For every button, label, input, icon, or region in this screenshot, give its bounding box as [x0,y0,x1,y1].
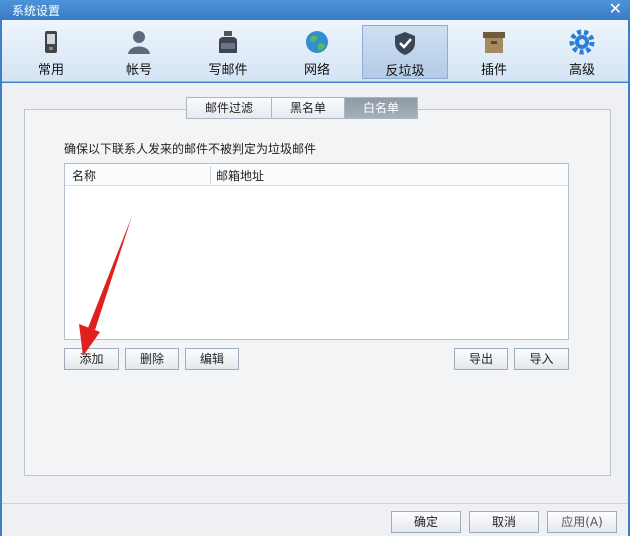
phone-icon [45,31,57,53]
settings-content: 邮件过滤 黑名单 白名单 确保以下联系人发来的邮件不被判定为垃圾邮件 名称 邮箱… [2,83,628,503]
gear-icon [569,29,595,55]
toolbar-item-account[interactable]: 帐号 [96,25,182,79]
ok-button[interactable]: 确定 [391,511,461,533]
shield-icon [395,32,415,55]
import-button[interactable]: 导入 [514,348,569,370]
column-divider[interactable] [210,166,211,184]
cancel-button[interactable]: 取消 [469,511,539,533]
delete-button[interactable]: 删除 [125,348,179,370]
dialog-footer: 确定 取消 应用(A) [2,503,628,536]
toolbar-item-label: 高级 [568,63,595,78]
close-button[interactable]: ✕ [609,0,622,18]
toolbar-item-general[interactable]: 常用 [8,25,94,79]
toolbar-item-advanced[interactable]: 高级 [539,25,625,79]
table-header: 名称 邮箱地址 [65,164,568,186]
toolbar-item-label: 帐号 [125,63,152,78]
column-header-name[interactable]: 名称 [72,167,96,184]
box-icon [483,32,505,53]
toolbar-item-label: 常用 [37,63,64,78]
toolbar-item-label: 网络 [303,63,330,78]
settings-toolbar: 常用 帐号 写邮件 网络 反垃圾 插件 高级 [2,20,628,82]
whitelist-table[interactable]: 名称 邮箱地址 [64,163,569,340]
toolbar-item-label: 反垃圾 [385,64,425,79]
title-bar: 系统设置 ✕ [0,0,630,20]
toolbar-item-plugins[interactable]: 插件 [451,25,537,79]
add-button[interactable]: 添加 [64,348,119,370]
toolbar-item-antispam[interactable]: 反垃圾 [362,25,448,79]
tab-whitelist[interactable]: 白名单 [344,97,419,119]
toolbar-item-compose[interactable]: 写邮件 [185,25,271,79]
whitelist-description: 确保以下联系人发来的邮件不被判定为垃圾邮件 [64,142,317,156]
apply-button[interactable]: 应用(A) [547,511,617,533]
user-icon [128,31,150,54]
toolbar-item-label: 插件 [480,63,507,78]
export-button[interactable]: 导出 [454,348,508,370]
inkwell-icon [219,31,237,53]
antispam-tabs: 邮件过滤 黑名单 白名单 [186,97,419,119]
tab-blacklist[interactable]: 黑名单 [271,97,346,119]
globe-icon [306,31,328,53]
edit-button[interactable]: 编辑 [185,348,239,370]
window-title: 系统设置 [12,4,61,18]
toolbar-item-label: 写邮件 [208,63,248,78]
toolbar-item-network[interactable]: 网络 [274,25,360,79]
tab-mail-filter[interactable]: 邮件过滤 [186,97,273,119]
column-header-email[interactable]: 邮箱地址 [216,167,264,184]
